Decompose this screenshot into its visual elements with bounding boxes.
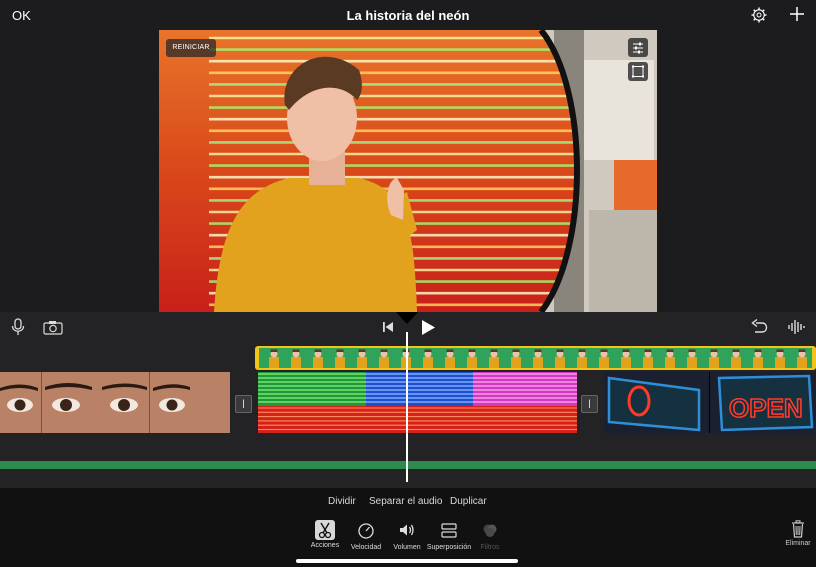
scissors-icon [318,522,332,539]
thumb-presenter-hair [776,349,784,352]
tool-filters-label: Filtros [480,544,500,551]
thumb-presenter-body [511,357,521,368]
thumb-presenter-body [775,357,785,368]
overlay-clip-thumbnails [259,348,812,368]
thumb-presenter-body [621,357,631,368]
thumb-presenter-hair [556,349,564,352]
play-icon[interactable] [420,319,436,336]
thumb-presenter-hair [798,349,806,352]
thumb-presenter-hair [688,349,696,352]
thumb-presenter-body [379,357,389,368]
audio-waveform-icon[interactable] [787,318,807,336]
thumb-presenter-hair [732,349,740,352]
home-indicator[interactable] [296,559,518,563]
thumb-presenter-body [687,357,697,368]
thumb-presenter-hair [600,349,608,352]
open-sign-clip-thumbnails: OPEN [604,372,816,433]
thumb-presenter-hair [424,349,432,352]
thumb-presenter-hair [622,349,630,352]
thumb-presenter-body [269,357,279,368]
tube-block [473,372,577,406]
thumb-presenter-body [445,357,455,368]
thumb-presenter-body [467,357,477,368]
thumb-presenter-hair [446,349,454,352]
detach-audio-action[interactable]: Separar el audio [369,496,442,507]
skip-to-start-icon[interactable] [382,321,394,333]
tube-block [366,372,473,406]
thumb-presenter-body [643,357,653,368]
thumb-presenter-hair [380,349,388,352]
open-sign-text: OPEN [729,393,803,423]
thumb-presenter-body [533,357,543,368]
tool-filters[interactable]: Filtros [462,520,518,551]
filters-icon [483,524,497,537]
sliders-icon [633,42,643,54]
thumb-presenter-body [489,357,499,368]
thumb-presenter-body [357,357,367,368]
undo-icon[interactable] [750,319,768,335]
tube-block [258,372,366,406]
eyes-clip-thumbnails [0,372,230,433]
thumb-presenter-hair [754,349,762,352]
thumb-presenter-body [665,357,675,368]
thumb-presenter-body [709,357,719,368]
reset-button[interactable]: REINICIAR [166,39,216,57]
microphone-icon[interactable] [11,318,25,336]
thumb-presenter-body [753,357,763,368]
thumb-presenter-body [423,357,433,368]
thumb-presenter-body [313,357,323,368]
video-clip-open-sign[interactable]: OPEN [604,372,816,433]
transition-button-2[interactable]: | [581,395,598,413]
split-action[interactable]: Dividir [328,496,356,507]
thumb-presenter-body [599,357,609,368]
trash-icon [792,520,804,538]
thumb-presenter-hair [270,349,278,352]
speaker-icon [400,524,414,536]
playhead-marker [396,312,418,324]
playhead[interactable] [406,332,408,482]
audio-track[interactable] [0,461,816,469]
project-title: La historia del neón [346,8,470,23]
thumb-presenter-hair [710,349,718,352]
thumb-presenter-hair [314,349,322,352]
video-preview [159,30,657,312]
thumb-presenter-body [555,357,565,368]
thumb-presenter-body [577,357,587,368]
thumb-presenter-hair [534,349,542,352]
crop-icon [632,65,644,78]
thumb-presenter-body [291,357,301,368]
camera-icon[interactable] [43,320,63,335]
thumb-presenter-hair [644,349,652,352]
duplicate-action[interactable]: Duplicar [450,496,487,507]
thumb-presenter-hair [490,349,498,352]
video-clip-neon-tubes[interactable] [258,372,577,433]
thumb-presenter-hair [468,349,476,352]
thumb-presenter-hair [578,349,586,352]
transition-icon: | [242,398,245,408]
crop-button[interactable] [628,62,648,81]
video-clip-eyes[interactable] [0,372,230,433]
transition-icon: | [588,398,591,408]
thumb-presenter-hair [336,349,344,352]
neon-clip-thumbnails [258,372,577,433]
speedometer-icon [358,523,374,539]
adjust-button[interactable] [628,38,648,57]
delete-button[interactable]: Eliminar [780,520,816,547]
thumb-presenter-body [797,357,807,368]
delete-label: Eliminar [785,540,811,547]
thumb-presenter-hair [666,349,674,352]
transition-button[interactable]: | [235,395,252,413]
thumb-presenter-hair [292,349,300,352]
gear-icon[interactable] [751,7,767,23]
add-icon[interactable] [789,6,805,22]
overlay-icon [441,523,457,538]
thumb-presenter-hair [512,349,520,352]
thumb-presenter-body [731,357,741,368]
overlay-clip-selected[interactable] [255,346,816,370]
thumb-presenter-body [335,357,345,368]
thumb-presenter-hair [358,349,366,352]
